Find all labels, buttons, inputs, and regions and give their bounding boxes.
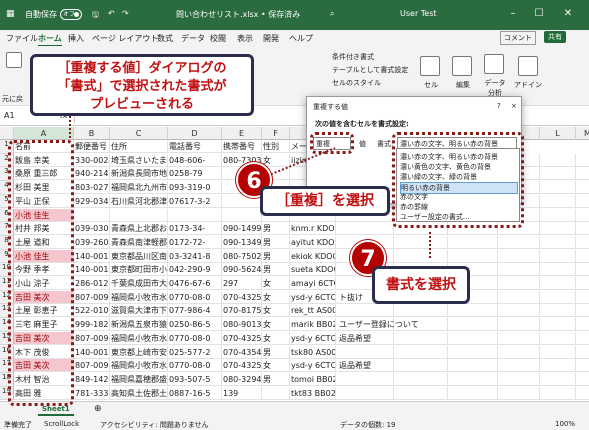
column-a-highlight: [8, 140, 74, 406]
duplicate-select-highlight: [310, 132, 354, 154]
step-6-label: ［重複］を選択: [260, 186, 390, 216]
format-list-highlight: [392, 132, 524, 228]
step-7-label: 書式を選択: [372, 266, 470, 304]
